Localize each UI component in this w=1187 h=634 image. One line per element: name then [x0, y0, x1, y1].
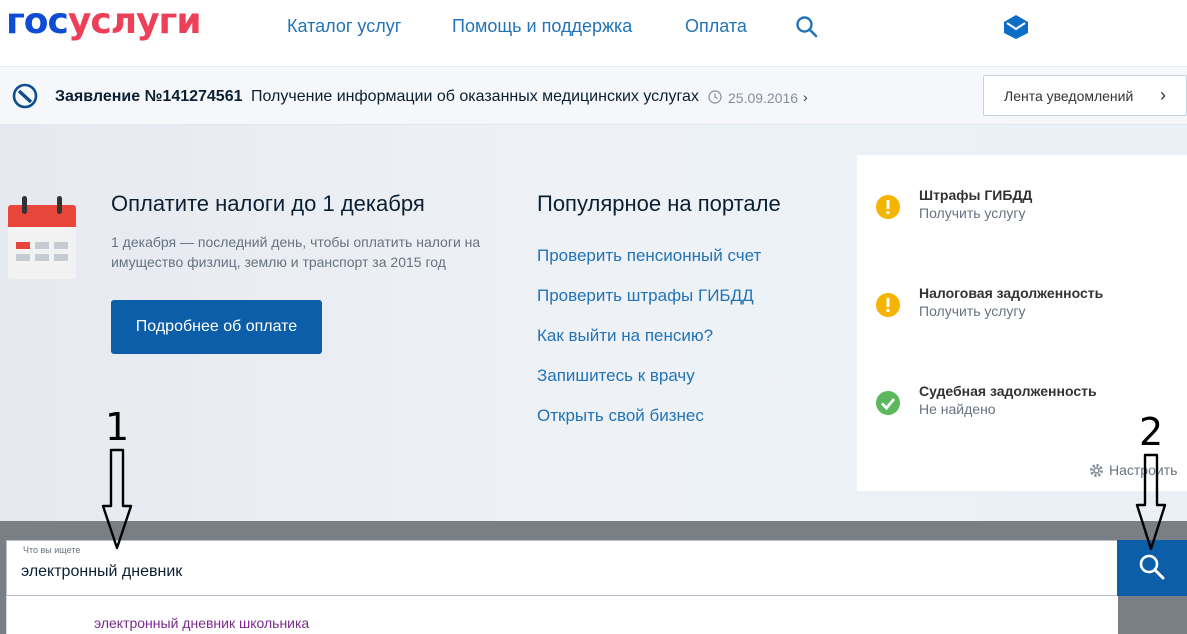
clock-icon [708, 90, 722, 104]
sidebar-item-title: Штрафы ГИБДД [919, 187, 1033, 203]
header: госуслуги Каталог услуг Помощь и поддерж… [0, 0, 1187, 67]
popular-link-pension-account[interactable]: Проверить пенсионный счет [537, 246, 761, 266]
application-text[interactable]: Получение информации об оказанных медици… [251, 88, 699, 106]
sidebar-item-title: Судебная задолженность [919, 383, 1097, 399]
popular-link-traffic-fines[interactable]: Проверить штрафы ГИБДД [537, 286, 754, 306]
nav-payment[interactable]: Оплата [685, 16, 747, 37]
popular-link-retirement[interactable]: Как выйти на пенсию? [537, 326, 713, 346]
popular-link-doctor[interactable]: Запишитесь к врачу [537, 366, 695, 386]
blocked-icon [12, 83, 38, 109]
notification-bar[interactable]: Заявление №141274561 Получение информаци… [0, 67, 1187, 125]
sidebar-item-subtitle: Получить услугу [919, 303, 1026, 319]
promo-description: 1 декабря — последний день, чтобы оплати… [111, 234, 481, 270]
suggestion-item[interactable]: электронный дневник школьника [94, 615, 309, 631]
logo-part-uslugi: услуги [67, 1, 202, 42]
chevron-right-icon: › [1160, 85, 1166, 105]
sidebar-item-tax-debt[interactable]: Налоговая задолженность Получить услугу [857, 283, 1187, 343]
popular-link-business[interactable]: Открыть свой бизнес [537, 406, 704, 426]
sidebar-item-traffic-fines[interactable]: Штрафы ГИБДД Получить услугу [857, 185, 1187, 245]
feed-button-label: Лента уведомлений [1004, 88, 1134, 104]
application-date: 25.09.2016 [728, 90, 799, 106]
annotation-label-2: 2 [1139, 410, 1164, 454]
nav-help[interactable]: Помощь и поддержка [452, 16, 632, 37]
warning-icon [876, 195, 900, 219]
arrow-down-icon [1135, 453, 1167, 551]
sidebar-item-subtitle: Получить услугу [919, 205, 1026, 221]
search-suggestions: электронный дневник школьника [6, 596, 1118, 634]
notifications-feed-button[interactable]: Лента уведомлений › [983, 75, 1187, 116]
gosuslugi-logo[interactable]: госуслуги [6, 1, 202, 42]
annotation-label-1: 1 [105, 405, 130, 449]
check-icon [876, 391, 900, 415]
popular-title: Популярное на портале [537, 191, 781, 216]
application-number: Заявление №141274561 [55, 88, 243, 105]
search-caption: Что вы ищете [23, 545, 81, 555]
promo-title: Оплатите налоги до 1 декабря [111, 191, 425, 216]
sidebar-item-subtitle: Не найдено [919, 401, 996, 417]
sidebar-item-court-debt[interactable]: Судебная задолженность Не найдено [857, 381, 1187, 441]
nav-catalog[interactable]: Каталог услуг [287, 16, 401, 37]
search-input[interactable] [21, 559, 1101, 585]
calendar-icon [8, 196, 76, 279]
warning-icon [876, 293, 900, 317]
gear-icon[interactable] [1088, 462, 1105, 479]
search-icon [1139, 554, 1165, 580]
arrow-down-icon [101, 448, 133, 550]
payment-details-button[interactable]: Подробнее об оплате [111, 300, 322, 354]
chevron-right-icon[interactable]: › [803, 89, 808, 105]
search-icon[interactable] [795, 15, 819, 39]
envelope-icon[interactable] [1003, 14, 1029, 40]
status-sidebar: Штрафы ГИБДД Получить услугу Налоговая з… [857, 155, 1187, 491]
search-field[interactable]: Что вы ищете [6, 540, 1118, 596]
sidebar-item-title: Налоговая задолженность [919, 285, 1104, 301]
hero-section: Оплатите налоги до 1 декабря 1 декабря —… [0, 125, 1187, 521]
logo-part-gos: гос [6, 1, 69, 42]
